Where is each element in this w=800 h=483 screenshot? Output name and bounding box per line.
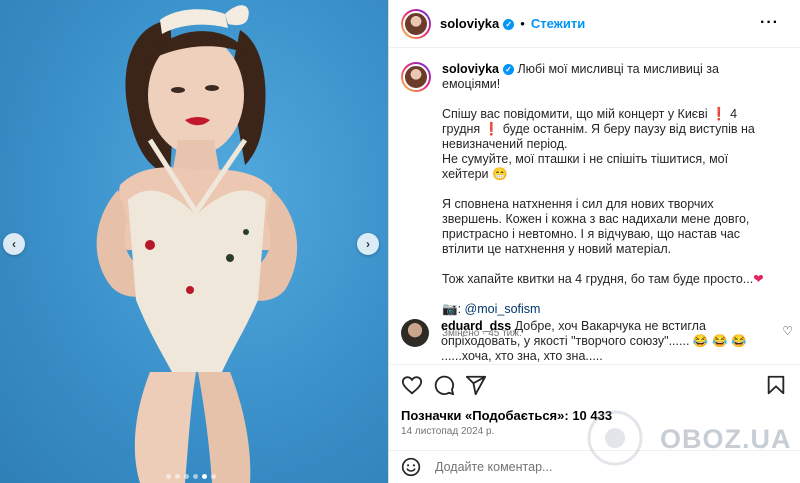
comment-input[interactable]: Додайте коментар... (435, 460, 552, 474)
verified-badge-icon: ✓ (503, 19, 515, 30)
commenter-avatar[interactable] (401, 319, 429, 347)
caption-text: soloviyka ✓ Любі мої мисливці та мисливиц… (442, 62, 776, 341)
exclamation-icon: ❗ (483, 122, 500, 136)
post-media[interactable]: ‹ › (0, 0, 388, 483)
caption-p2: Я сповнена натхнення і сил для нових тво… (442, 197, 750, 256)
caption-p1d: Не сумуйте, мої пташки і не спішіть тіши… (442, 152, 729, 181)
carousel-dot (211, 474, 216, 479)
caption-p3: Тож хапайте квитки на 4 грудня, бо там б… (442, 272, 754, 286)
caption-section: soloviyka ✓ Любі мої мисливці та мисливиц… (389, 48, 800, 339)
chevron-right-icon: › (366, 237, 370, 251)
more-horizontal-icon[interactable]: ··· (760, 14, 779, 32)
comment-text: eduard_dss Добре, хоч Вакарчука не встиг… (441, 319, 761, 364)
emoji-picker-icon[interactable] (401, 457, 421, 477)
header-separator: • (520, 16, 525, 31)
like-heart-icon[interactable] (401, 374, 423, 396)
exclamation-icon: ❗ (711, 107, 727, 121)
comment-item: eduard_dss Добре, хоч Вакарчука не встиг… (401, 319, 793, 364)
likes-label: Позначки «Подобається»: (401, 408, 569, 423)
caption-author-avatar[interactable] (401, 62, 431, 92)
action-bar (401, 374, 793, 398)
heart-outline-icon[interactable]: ♡ (782, 324, 793, 338)
chevron-left-icon: ‹ (12, 237, 16, 251)
photographer-mention-link[interactable]: @moi_sofism (465, 302, 541, 316)
actions-divider (389, 364, 800, 365)
caption-username[interactable]: soloviyka ✓ (442, 62, 514, 76)
commenter-username[interactable]: eduard_dss (441, 319, 511, 333)
caption-p1a: Спішу вас повідомити, що мій концерт у К… (442, 107, 708, 121)
carousel-prev-button[interactable]: ‹ (3, 233, 25, 255)
post-header: soloviyka ✓ • Стежити ··· (389, 0, 800, 48)
follow-button[interactable]: Стежити (531, 16, 585, 31)
author-username[interactable]: soloviyka ✓ (440, 16, 515, 31)
carousel-next-button[interactable]: › (357, 233, 379, 255)
post-photo (96, 5, 298, 483)
smile-emoji-icon: 😁 (492, 167, 508, 181)
carousel-indicator (166, 474, 216, 479)
verified-badge-icon: ✓ (502, 64, 514, 75)
carousel-dot (175, 474, 180, 479)
bookmark-save-icon[interactable] (765, 374, 787, 396)
comment-text-b: ......хоча, хто зна, хто зна..... (441, 349, 603, 363)
carousel-dot (184, 474, 189, 479)
camera-emoji-icon: 📷: (442, 302, 462, 316)
laugh-emoji-icon: 😂 😂 😂 (692, 334, 747, 348)
post-date: 14 листопад 2024 р. (401, 426, 495, 437)
carousel-dot (202, 474, 207, 479)
carousel-dot (166, 474, 171, 479)
share-send-icon[interactable] (465, 374, 487, 396)
watermark-text: OBOZ.UA (660, 424, 792, 454)
heart-emoji-icon: ❤ (753, 272, 764, 286)
carousel-dot (193, 474, 198, 479)
comment-bubble-icon[interactable] (433, 374, 455, 396)
author-avatar[interactable] (401, 8, 431, 39)
